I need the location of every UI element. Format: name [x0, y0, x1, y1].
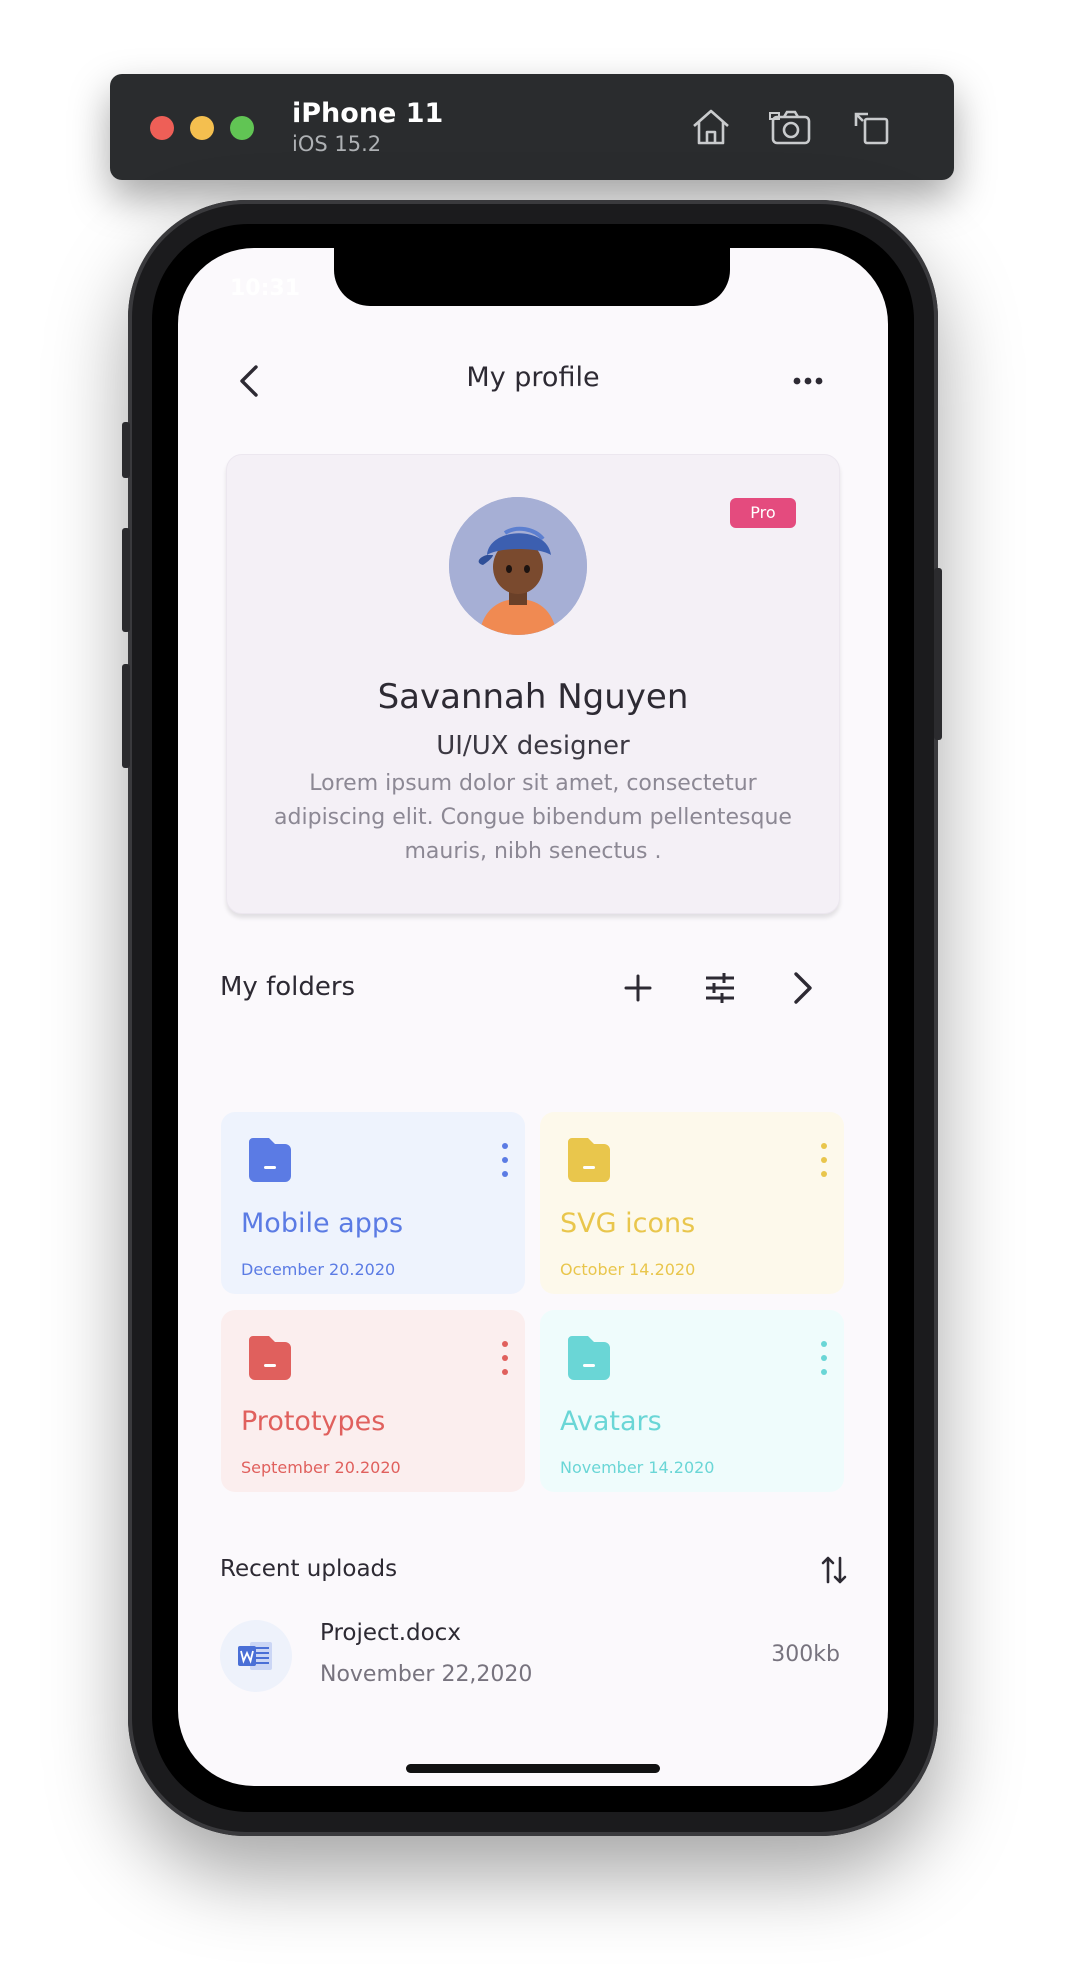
recent-uploads-title: Recent uploads	[220, 1556, 398, 1582]
camera-icon[interactable]	[768, 104, 814, 150]
kebab-menu-icon[interactable]	[501, 1142, 509, 1178]
os-version: iOS 15.2	[292, 132, 382, 156]
plus-icon[interactable]	[618, 968, 658, 1008]
rotate-icon[interactable]	[848, 104, 894, 150]
device-name: iPhone 11	[292, 98, 444, 129]
volume-down-button	[122, 664, 130, 768]
more-options-icon[interactable]	[788, 364, 828, 398]
folder-card-prototypes[interactable]: Prototypes September 20.2020	[221, 1310, 525, 1492]
folder-name: Avatars	[560, 1406, 662, 1437]
simulator-toolbar: iPhone 11 iOS 15.2	[110, 74, 954, 180]
word-doc-icon	[220, 1620, 292, 1692]
folder-date: November 14.2020	[560, 1458, 715, 1477]
folder-date: October 14.2020	[560, 1260, 696, 1279]
file-size: 300kb	[771, 1642, 840, 1667]
file-name[interactable]: Project.docx	[320, 1620, 461, 1646]
profile-card: Pro Savannah Nguyen UI/UX designer Lorem…	[226, 454, 840, 914]
folder-icon	[249, 1138, 291, 1182]
folder-card-avatars[interactable]: Avatars November 14.2020	[540, 1310, 844, 1492]
pro-badge: Pro	[730, 498, 796, 528]
app-screen: 10:31 My profile Pro Savannah Nguyen UI/…	[178, 248, 888, 1786]
folder-date: September 20.2020	[241, 1458, 401, 1477]
volume-up-button	[122, 528, 130, 632]
profile-bio: Lorem ipsum dolor sit amet, consectetur …	[274, 771, 792, 864]
kebab-menu-icon[interactable]	[501, 1340, 509, 1376]
home-icon[interactable]	[688, 104, 734, 150]
profile-role: UI/UX designer	[436, 731, 630, 761]
minimize-window-button[interactable]	[190, 116, 214, 140]
close-window-button[interactable]	[150, 116, 174, 140]
folder-name: Prototypes	[241, 1406, 386, 1437]
home-indicator	[406, 1764, 660, 1773]
folder-name: SVG icons	[560, 1208, 696, 1239]
page-title: My profile	[466, 362, 600, 393]
avatar	[449, 497, 587, 635]
folder-card-svg-icons[interactable]: SVG icons October 14.2020	[540, 1112, 844, 1294]
status-time: 10:31	[230, 276, 301, 301]
file-date: November 22,2020	[320, 1662, 533, 1687]
notch	[334, 248, 730, 306]
kebab-menu-icon[interactable]	[820, 1142, 828, 1178]
folders-section-title: My folders	[220, 972, 356, 1002]
profile-name: Savannah Nguyen	[377, 677, 689, 717]
power-button	[934, 568, 942, 740]
zoom-window-button[interactable]	[230, 116, 254, 140]
folder-icon	[568, 1138, 610, 1182]
folder-card-mobile-apps[interactable]: Mobile apps December 20.2020	[221, 1112, 525, 1294]
folder-icon	[249, 1336, 291, 1380]
sort-icon[interactable]	[820, 1554, 848, 1586]
chevron-right-icon[interactable]	[782, 968, 822, 1008]
silent-switch	[122, 422, 130, 478]
folder-icon	[568, 1336, 610, 1380]
folder-name: Mobile apps	[241, 1208, 404, 1239]
kebab-menu-icon[interactable]	[820, 1340, 828, 1376]
sliders-icon[interactable]	[700, 968, 740, 1008]
folder-date: December 20.2020	[241, 1260, 396, 1279]
